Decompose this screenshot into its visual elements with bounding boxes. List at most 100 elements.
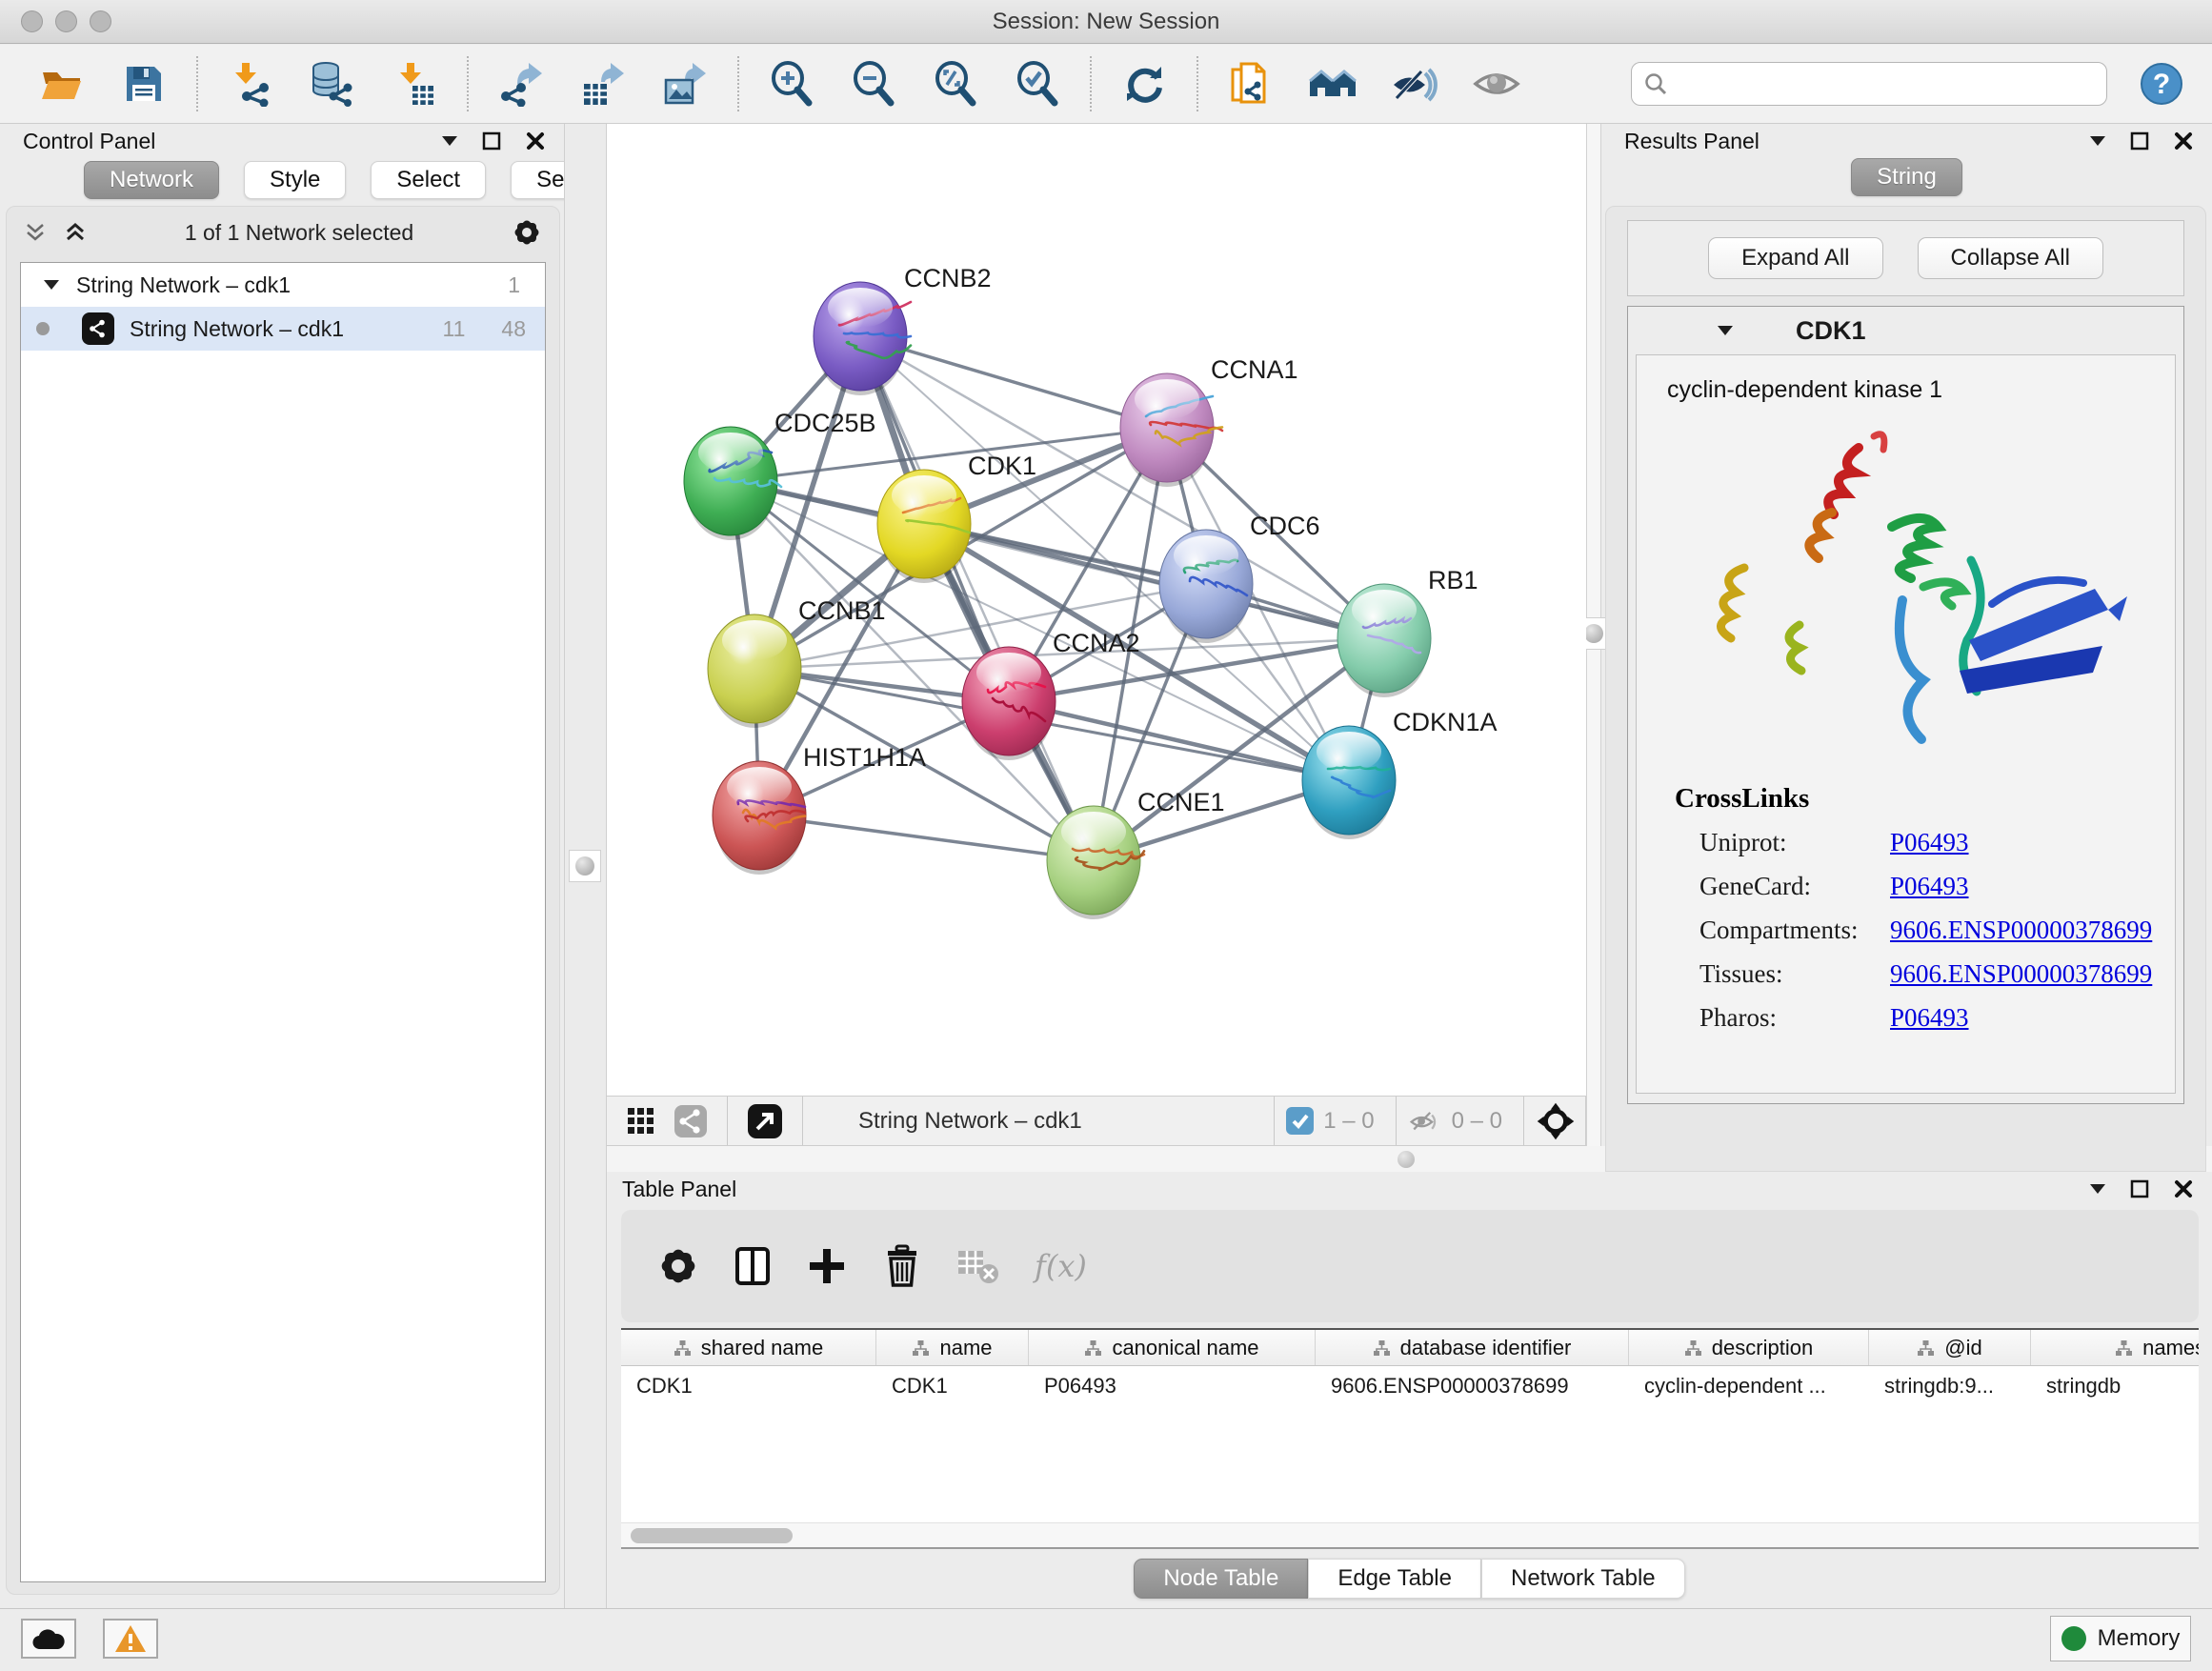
control-panel-splitter[interactable] bbox=[564, 124, 607, 1608]
save-session-button[interactable] bbox=[114, 53, 173, 114]
collapse-all-icon[interactable] bbox=[24, 221, 47, 244]
panel-menu-icon[interactable] bbox=[442, 136, 457, 146]
node-CCNB2[interactable] bbox=[814, 282, 911, 395]
node-CDC6[interactable] bbox=[1159, 530, 1253, 643]
export-network-button[interactable] bbox=[492, 53, 551, 114]
network-overview-button[interactable] bbox=[670, 1100, 712, 1142]
import-network-button[interactable] bbox=[221, 53, 280, 114]
first-neighbors-button[interactable] bbox=[1303, 53, 1362, 114]
column-header-description[interactable]: description bbox=[1629, 1330, 1869, 1365]
import-table-button[interactable] bbox=[385, 53, 444, 114]
section-disclosure-icon[interactable] bbox=[1718, 326, 1733, 335]
table-cell[interactable]: P06493 bbox=[1029, 1366, 1316, 1406]
zoom-out-button[interactable] bbox=[844, 53, 903, 114]
table-settings-gear-icon[interactable] bbox=[657, 1245, 699, 1287]
crosslink-value[interactable]: P06493 bbox=[1890, 1003, 2175, 1033]
crosslink-value[interactable]: P06493 bbox=[1890, 872, 2175, 901]
float-panel-icon[interactable] bbox=[2130, 1179, 2149, 1198]
table-cell[interactable]: cyclin-dependent ... bbox=[1629, 1366, 1869, 1406]
tab-select[interactable]: Select bbox=[371, 161, 486, 199]
collection-disclosure-icon[interactable] bbox=[44, 280, 59, 290]
network-row[interactable]: String Network – cdk1 11 48 bbox=[21, 307, 545, 351]
hide-selected-button[interactable] bbox=[1385, 53, 1444, 114]
float-panel-icon[interactable] bbox=[482, 131, 501, 151]
pan-crosshair-icon[interactable] bbox=[1536, 1101, 1576, 1141]
zoom-window-button[interactable] bbox=[90, 10, 111, 32]
table-cell[interactable]: stringdb:9... bbox=[1869, 1366, 2031, 1406]
column-header-shared-name[interactable]: shared name bbox=[621, 1330, 876, 1365]
cloud-status-button[interactable] bbox=[21, 1619, 76, 1659]
warnings-button[interactable] bbox=[103, 1619, 158, 1659]
table-cell[interactable]: CDK1 bbox=[621, 1366, 876, 1406]
tab-style[interactable]: Style bbox=[244, 161, 346, 199]
import-database-button[interactable] bbox=[303, 53, 362, 114]
panel-menu-icon[interactable] bbox=[2090, 136, 2105, 146]
table-row[interactable]: CDK1CDK1P064939606.ENSP00000378699cyclin… bbox=[621, 1366, 2199, 1406]
tab-network[interactable]: Network bbox=[84, 161, 219, 199]
minimize-window-button[interactable] bbox=[55, 10, 77, 32]
scrollbar-thumb[interactable] bbox=[631, 1528, 793, 1543]
column-header--id[interactable]: @id bbox=[1869, 1330, 2031, 1365]
columns-icon[interactable] bbox=[734, 1245, 772, 1287]
collapse-all-button[interactable]: Collapse All bbox=[1918, 237, 2103, 279]
zoom-selected-button[interactable] bbox=[1008, 53, 1067, 114]
delete-table-icon[interactable] bbox=[956, 1247, 1000, 1285]
crosslink-value[interactable]: 9606.ENSP00000378699 bbox=[1890, 959, 2175, 989]
help-button[interactable]: ? bbox=[2140, 62, 2183, 106]
node-RB1[interactable] bbox=[1337, 584, 1431, 697]
column-header-database-identifier[interactable]: database identifier bbox=[1316, 1330, 1629, 1365]
birds-eye-view-button[interactable] bbox=[620, 1100, 662, 1142]
export-image-button[interactable] bbox=[655, 53, 714, 114]
export-table-button[interactable] bbox=[573, 53, 633, 114]
table-cell[interactable]: stringdb bbox=[2031, 1366, 2199, 1406]
node-CCNA1[interactable] bbox=[1120, 373, 1222, 487]
refresh-layout-button[interactable] bbox=[1115, 53, 1174, 114]
node-CDKN1A[interactable] bbox=[1302, 726, 1396, 839]
column-header-name[interactable]: name bbox=[876, 1330, 1029, 1365]
selected-checkbox[interactable] bbox=[1286, 1107, 1314, 1135]
function-builder-icon[interactable]: f(x) bbox=[1035, 1248, 1087, 1284]
memory-button[interactable]: Memory bbox=[2050, 1616, 2191, 1661]
zoom-in-button[interactable] bbox=[762, 53, 821, 114]
splitter-grip[interactable] bbox=[1398, 1151, 1415, 1168]
close-window-button[interactable] bbox=[21, 10, 43, 32]
add-column-icon[interactable] bbox=[806, 1245, 848, 1287]
column-header-canonical-name[interactable]: canonical name bbox=[1029, 1330, 1316, 1365]
node-CDK1[interactable] bbox=[877, 470, 971, 583]
column-header-namespace[interactable]: namespace bbox=[2031, 1330, 2199, 1365]
close-panel-icon[interactable] bbox=[526, 131, 545, 151]
copy-network-button[interactable] bbox=[1221, 53, 1280, 114]
node-table[interactable]: shared namenamecanonical namedatabase id… bbox=[621, 1328, 2199, 1549]
network-options-gear-icon[interactable] bbox=[512, 217, 542, 248]
expand-all-button[interactable]: Expand All bbox=[1708, 237, 1882, 279]
tab-string[interactable]: String bbox=[1851, 158, 1962, 196]
panel-menu-icon[interactable] bbox=[2090, 1184, 2105, 1194]
table-cell[interactable]: CDK1 bbox=[876, 1366, 1029, 1406]
open-file-button[interactable] bbox=[32, 53, 91, 114]
tab-network-table[interactable]: Network Table bbox=[1481, 1559, 1685, 1599]
edge-CCNB2-CCNE1[interactable] bbox=[860, 336, 1094, 860]
edge-CCNA2-CDKN1A[interactable] bbox=[1009, 701, 1349, 780]
tab-edge-table[interactable]: Edge Table bbox=[1308, 1559, 1481, 1599]
crosslink-value[interactable]: P06493 bbox=[1890, 828, 2175, 857]
table-horizontal-scrollbar[interactable] bbox=[621, 1522, 2199, 1547]
node-CCNE1[interactable] bbox=[1047, 806, 1144, 919]
network-collection-row[interactable]: String Network – cdk1 1 bbox=[21, 263, 545, 307]
tab-node-table[interactable]: Node Table bbox=[1134, 1559, 1308, 1599]
results-panel-splitter[interactable] bbox=[1586, 124, 1601, 1172]
table-cell[interactable]: 9606.ENSP00000378699 bbox=[1316, 1366, 1629, 1406]
expand-all-icon[interactable] bbox=[64, 221, 87, 244]
search-input[interactable] bbox=[1676, 71, 2085, 96]
close-panel-icon[interactable] bbox=[2174, 131, 2193, 151]
float-panel-icon[interactable] bbox=[2130, 131, 2149, 151]
network-canvas[interactable]: CCNB2CCNA1CDC25BCDK1CDC6RB1CCNB1CCNA2CDK… bbox=[607, 124, 1586, 1096]
node-HIST1H1A[interactable] bbox=[713, 761, 806, 875]
node-CCNA2[interactable] bbox=[962, 647, 1056, 760]
splitter-grip[interactable] bbox=[569, 850, 601, 882]
node-CCNB1[interactable] bbox=[708, 614, 801, 728]
open-in-window-button[interactable] bbox=[743, 1100, 787, 1142]
edge-CCNE1-HIST1H1A[interactable] bbox=[759, 815, 1094, 860]
delete-column-trash-icon[interactable] bbox=[882, 1244, 922, 1288]
close-panel-icon[interactable] bbox=[2174, 1179, 2193, 1198]
crosslink-value[interactable]: 9606.ENSP00000378699 bbox=[1890, 916, 2175, 945]
